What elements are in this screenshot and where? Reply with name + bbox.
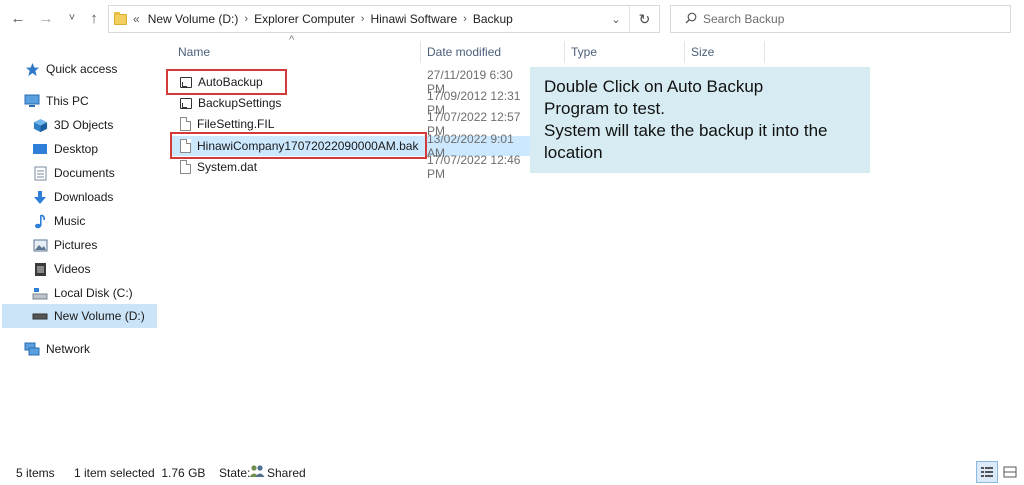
column-divider[interactable] [684,41,685,63]
up-arrow-icon: ↑ [90,9,98,27]
sidebar-item-videos[interactable]: Videos [32,258,90,280]
sidebar-item-label: Videos [54,262,91,276]
status-item-count: 5 items [16,466,55,480]
breadcrumb: « New Volume (D:) › Explorer Computer › … [133,12,513,26]
callout-line: location [544,143,603,162]
large-icons-view-icon [1003,466,1017,478]
breadcrumb-separator-icon[interactable]: › [361,13,365,25]
breadcrumb-item[interactable]: Explorer Computer [254,12,355,26]
sidebar-item-label: Music [54,214,86,228]
column-divider[interactable] [764,41,765,63]
sidebar-item-label: This PC [46,94,89,108]
sidebar-item-label: Desktop [54,142,99,156]
sort-ascending-icon: ^ [289,34,295,46]
callout-line: System will take the backup it into the [544,121,828,140]
breadcrumb-item[interactable]: New Volume (D:) [148,12,239,26]
pictures-icon [32,237,48,253]
desktop-icon [32,141,48,157]
file-icon [180,117,191,131]
sidebar-item-desktop[interactable]: Desktop [32,138,98,160]
search-icon [679,12,703,27]
overflow-chevron-icon[interactable]: « [133,12,140,26]
callout-line: Double Click on Auto Backup [544,77,764,96]
highlight-box-autobackup [166,69,287,95]
breadcrumb-separator-icon[interactable]: › [244,13,248,25]
breadcrumb-item[interactable]: Backup [473,12,513,26]
forward-button[interactable]: → [38,9,54,27]
refresh-button[interactable]: ↻ [629,6,659,32]
documents-icon [32,165,48,181]
address-dropdown-icon[interactable]: ⌄ [603,13,629,26]
up-button[interactable]: ↑ [86,9,102,27]
chevron-down-icon: ˅ [68,12,76,24]
file-name: FileSetting.FIL [197,117,275,131]
sidebar-item-label: New Volume (D:) [54,309,145,323]
file-name: System.dat [197,160,258,174]
sidebar-item-documents[interactable]: Documents [32,162,115,184]
shared-users-icon [249,464,265,481]
sidebar-item-quick-access[interactable]: Quick access [24,58,117,80]
file-icon [180,160,191,174]
table-row[interactable]: FileSetting.FIL 17/07/2022 12:57 PM [172,110,532,138]
sidebar-item-label: Documents [54,166,115,180]
sidebar-item-label: Network [46,342,91,356]
column-header-type[interactable]: Type [571,45,597,63]
large-icons-view-button[interactable] [999,461,1021,483]
computer-icon [24,93,40,109]
sidebar-item-label: Local Disk (C:) [54,286,133,300]
file-name: BackupSettings [198,96,282,110]
sidebar-item-pictures[interactable]: Pictures [32,234,97,256]
instruction-callout: Double Click on Auto Backup Program to t… [530,67,870,173]
column-header-size[interactable]: Size [691,45,714,63]
sidebar-item-label: Quick access [46,62,118,76]
sidebar-item-music[interactable]: Music [32,210,85,232]
sidebar-item-local-disk-c[interactable]: Local Disk (C:) [32,282,133,304]
column-divider[interactable] [564,41,565,63]
recent-locations-button[interactable]: ˅ [64,9,80,27]
column-divider[interactable] [420,41,421,63]
breadcrumb-item[interactable]: Hinawi Software [370,12,457,26]
callout-line: Program to test. [544,99,665,118]
star-icon [24,61,40,77]
back-button[interactable]: ← [10,9,26,27]
sidebar-item-3d-objects[interactable]: 3D Objects [32,114,113,136]
address-bar[interactable]: « New Volume (D:) › Explorer Computer › … [108,5,660,33]
search-input[interactable] [703,12,993,26]
search-box[interactable] [670,5,1011,33]
drive-icon [32,285,48,301]
status-state-value: Shared [267,466,306,480]
back-arrow-icon: ← [10,9,26,27]
drive-icon [32,308,48,324]
videos-icon [32,261,48,277]
network-icon [24,341,40,357]
sidebar-item-new-volume-d[interactable]: New Volume (D:) [2,304,157,328]
breadcrumb-separator-icon[interactable]: › [463,13,467,25]
details-view-button[interactable] [976,461,998,483]
details-view-icon [981,467,993,477]
shortcut-icon [180,97,192,109]
table-row[interactable]: System.dat 17/07/2022 12:46 PM [172,153,532,181]
music-icon [32,213,48,229]
forward-arrow-icon: → [38,9,54,27]
sidebar-item-this-pc[interactable]: This PC [24,90,89,112]
sidebar-item-network[interactable]: Network [24,338,90,360]
sidebar-item-label: Pictures [54,238,98,252]
sidebar-item-label: Downloads [54,190,114,204]
highlight-box-backup-file [170,132,427,159]
status-selection: 1 item selected 1.76 GB [74,466,206,480]
download-icon [32,189,48,205]
status-state-label: State: [219,466,251,480]
sidebar-item-downloads[interactable]: Downloads [32,186,113,208]
column-header-name[interactable]: Name [178,45,210,63]
cube-icon [32,117,48,133]
file-date: 17/07/2022 12:46 PM [427,153,521,181]
folder-icon [114,11,127,25]
sidebar-item-label: 3D Objects [54,118,114,132]
column-header-date-modified[interactable]: Date modified [427,45,501,63]
